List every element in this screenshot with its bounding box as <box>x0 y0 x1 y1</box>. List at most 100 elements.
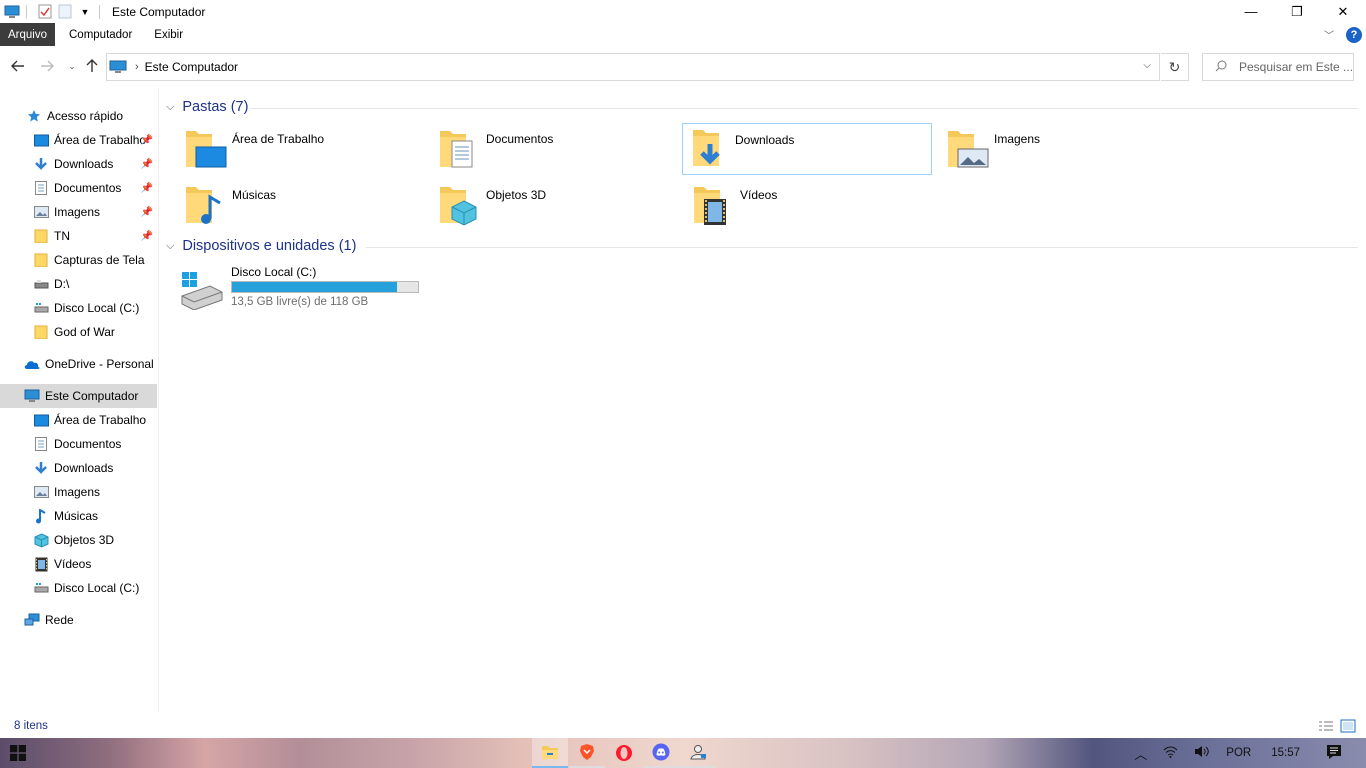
pin-icon[interactable]: 📌 <box>141 135 153 146</box>
folder-downloads[interactable]: Downloads <box>682 123 932 175</box>
this-pc-icon <box>109 59 129 75</box>
sidebar-item-quick-access[interactable]: Acesso rápido <box>0 104 157 128</box>
group-header-folders[interactable]: ⌵ Pastas (7) <box>166 99 248 115</box>
documents-icon <box>33 180 49 196</box>
group-header-devices[interactable]: ⌵ Dispositivos e unidades (1) <box>166 238 356 254</box>
new-folder-icon[interactable] <box>57 4 73 20</box>
pictures-icon <box>33 204 49 220</box>
sidebar-item-label: Downloads <box>54 461 114 475</box>
sidebar-item-label: Imagens <box>54 485 101 499</box>
wifi-icon[interactable] <box>1163 745 1178 761</box>
collapse-chevron-icon[interactable]: ⌵ <box>166 240 174 253</box>
sidebar-item-capturas[interactable]: Capturas de Tela <box>0 248 157 272</box>
documents-folder-icon <box>436 123 482 175</box>
folder-desktop[interactable]: Área de Trabalho <box>180 123 430 175</box>
notifications-icon[interactable] <box>1326 744 1342 763</box>
tab-exibir[interactable]: Exibir <box>146 23 191 46</box>
search-input[interactable]: Pesquisar em Este ... <box>1202 53 1354 81</box>
folder-documents[interactable]: Documentos <box>434 123 684 175</box>
details-view-icon[interactable] <box>1318 719 1334 733</box>
customize-toolbar-chevron-icon[interactable]: ▼ <box>77 4 93 20</box>
discord-icon[interactable] <box>643 738 679 768</box>
group-title: Dispositivos e unidades (1) <box>182 238 357 254</box>
pane-divider[interactable] <box>158 88 159 712</box>
folder-objects3d[interactable]: Objetos 3D <box>434 179 684 231</box>
sidebar-item-label: Área de Trabalho <box>54 133 147 147</box>
breadcrumb-path[interactable]: Este Computador <box>145 60 238 74</box>
pin-icon[interactable]: 📌 <box>141 159 153 170</box>
pin-icon[interactable]: 📌 <box>141 231 153 242</box>
folder-music[interactable]: Músicas <box>180 179 430 231</box>
sidebar-item-onedrive[interactable]: OneDrive - Personal <box>0 352 157 376</box>
start-button[interactable] <box>0 738 36 768</box>
sidebar-item-pc-downloads[interactable]: Downloads <box>0 456 157 480</box>
user-app-icon[interactable] <box>680 738 716 768</box>
sidebar-item-tn[interactable]: TN 📌 <box>0 224 157 248</box>
brave-icon[interactable] <box>569 738 605 768</box>
drive-name: Disco Local (C:) <box>231 265 317 279</box>
local-disk-icon <box>33 580 49 596</box>
pin-icon[interactable]: 📌 <box>141 207 153 218</box>
sidebar-item-this-pc[interactable]: Este Computador <box>0 384 157 408</box>
drive-local-disk-c[interactable]: Disco Local (C:) 13,5 GB livre(s) de 118… <box>178 264 438 314</box>
pin-icon[interactable]: 📌 <box>141 183 153 194</box>
file-explorer-icon[interactable] <box>532 738 568 768</box>
properties-icon[interactable] <box>37 4 53 20</box>
sidebar-item-network[interactable]: Rede <box>0 608 157 632</box>
sidebar-item-d-drive[interactable]: D:\ <box>0 272 157 296</box>
address-dropdown-icon[interactable]: ⌵ <box>1143 60 1151 71</box>
sidebar-item-pc-videos[interactable]: Vídeos <box>0 552 157 576</box>
recent-locations-chevron-icon[interactable]: ⌄ <box>62 56 82 76</box>
music-folder-icon <box>182 179 228 231</box>
sidebar-item-pc-documents[interactable]: Documentos <box>0 432 157 456</box>
forward-arrow-icon[interactable] <box>37 56 57 76</box>
close-button[interactable]: ✕ <box>1320 0 1366 23</box>
back-arrow-icon[interactable] <box>8 56 28 76</box>
this-pc-icon <box>24 388 40 404</box>
sidebar-item-pc-pictures[interactable]: Imagens <box>0 480 157 504</box>
folder-label: Músicas <box>232 188 277 202</box>
sidebar-item-local-disk[interactable]: Disco Local (C:) <box>0 296 157 320</box>
expand-ribbon-chevron-icon[interactable]: ﹀ <box>1324 27 1334 42</box>
sidebar-item-god-of-war[interactable]: God of War <box>0 320 157 344</box>
folder-icon <box>33 252 49 268</box>
sidebar-item-pc-objects3d[interactable]: Objetos 3D <box>0 528 157 552</box>
up-arrow-icon[interactable] <box>82 56 102 76</box>
content-pane: ⌵ Pastas (7) Área de Trabalho Documentos… <box>160 92 1360 712</box>
onedrive-cloud-icon <box>24 356 40 372</box>
folder-videos[interactable]: Vídeos <box>688 179 938 231</box>
collapse-chevron-icon[interactable]: ⌵ <box>166 101 174 114</box>
sidebar-item-label: TN <box>54 229 70 243</box>
sidebar-item-downloads[interactable]: Downloads 📌 <box>0 152 157 176</box>
opera-icon[interactable] <box>606 738 642 768</box>
tab-computador[interactable]: Computador <box>61 23 140 46</box>
sidebar-item-label: Downloads <box>54 157 114 171</box>
sidebar-item-pictures[interactable]: Imagens 📌 <box>0 200 157 224</box>
minimize-button[interactable]: — <box>1228 0 1274 23</box>
clock[interactable]: 15:57 <box>1271 747 1300 759</box>
breadcrumb-chevron-icon[interactable]: › <box>135 61 139 73</box>
system-tray: ︿ POR 15:57 <box>1126 738 1366 768</box>
maximize-button[interactable]: ❐ <box>1274 0 1320 23</box>
tab-arquivo[interactable]: Arquivo <box>0 23 55 46</box>
sidebar-item-label: Disco Local (C:) <box>54 301 140 315</box>
ribbon-right: ﹀ ? <box>1324 23 1362 46</box>
large-icons-view-icon[interactable] <box>1340 719 1356 733</box>
show-hidden-icons-chevron-icon[interactable]: ︿ <box>1134 744 1147 763</box>
sidebar-item-pc-local-disk[interactable]: Disco Local (C:) <box>0 576 157 600</box>
sidebar-item-label: Acesso rápido <box>47 109 124 123</box>
folder-pictures[interactable]: Imagens <box>942 123 1192 175</box>
sidebar-item-label: Área de Trabalho <box>54 413 147 427</box>
sidebar-item-pc-music[interactable]: Músicas <box>0 504 157 528</box>
sidebar-item-desktop[interactable]: Área de Trabalho 📌 <box>0 128 157 152</box>
input-language[interactable]: POR <box>1226 747 1251 759</box>
this-pc-icon[interactable] <box>4 4 20 20</box>
volume-icon[interactable] <box>1194 745 1210 761</box>
address-bar[interactable]: › Este Computador ⌵ <box>106 53 1160 81</box>
refresh-button[interactable]: ↻ <box>1161 53 1189 81</box>
sidebar-item-pc-desktop[interactable]: Área de Trabalho <box>0 408 157 432</box>
help-button[interactable]: ? <box>1346 26 1362 43</box>
sidebar-item-documents[interactable]: Documentos 📌 <box>0 176 157 200</box>
network-icon <box>24 612 40 628</box>
window-title: Este Computador <box>112 4 206 19</box>
